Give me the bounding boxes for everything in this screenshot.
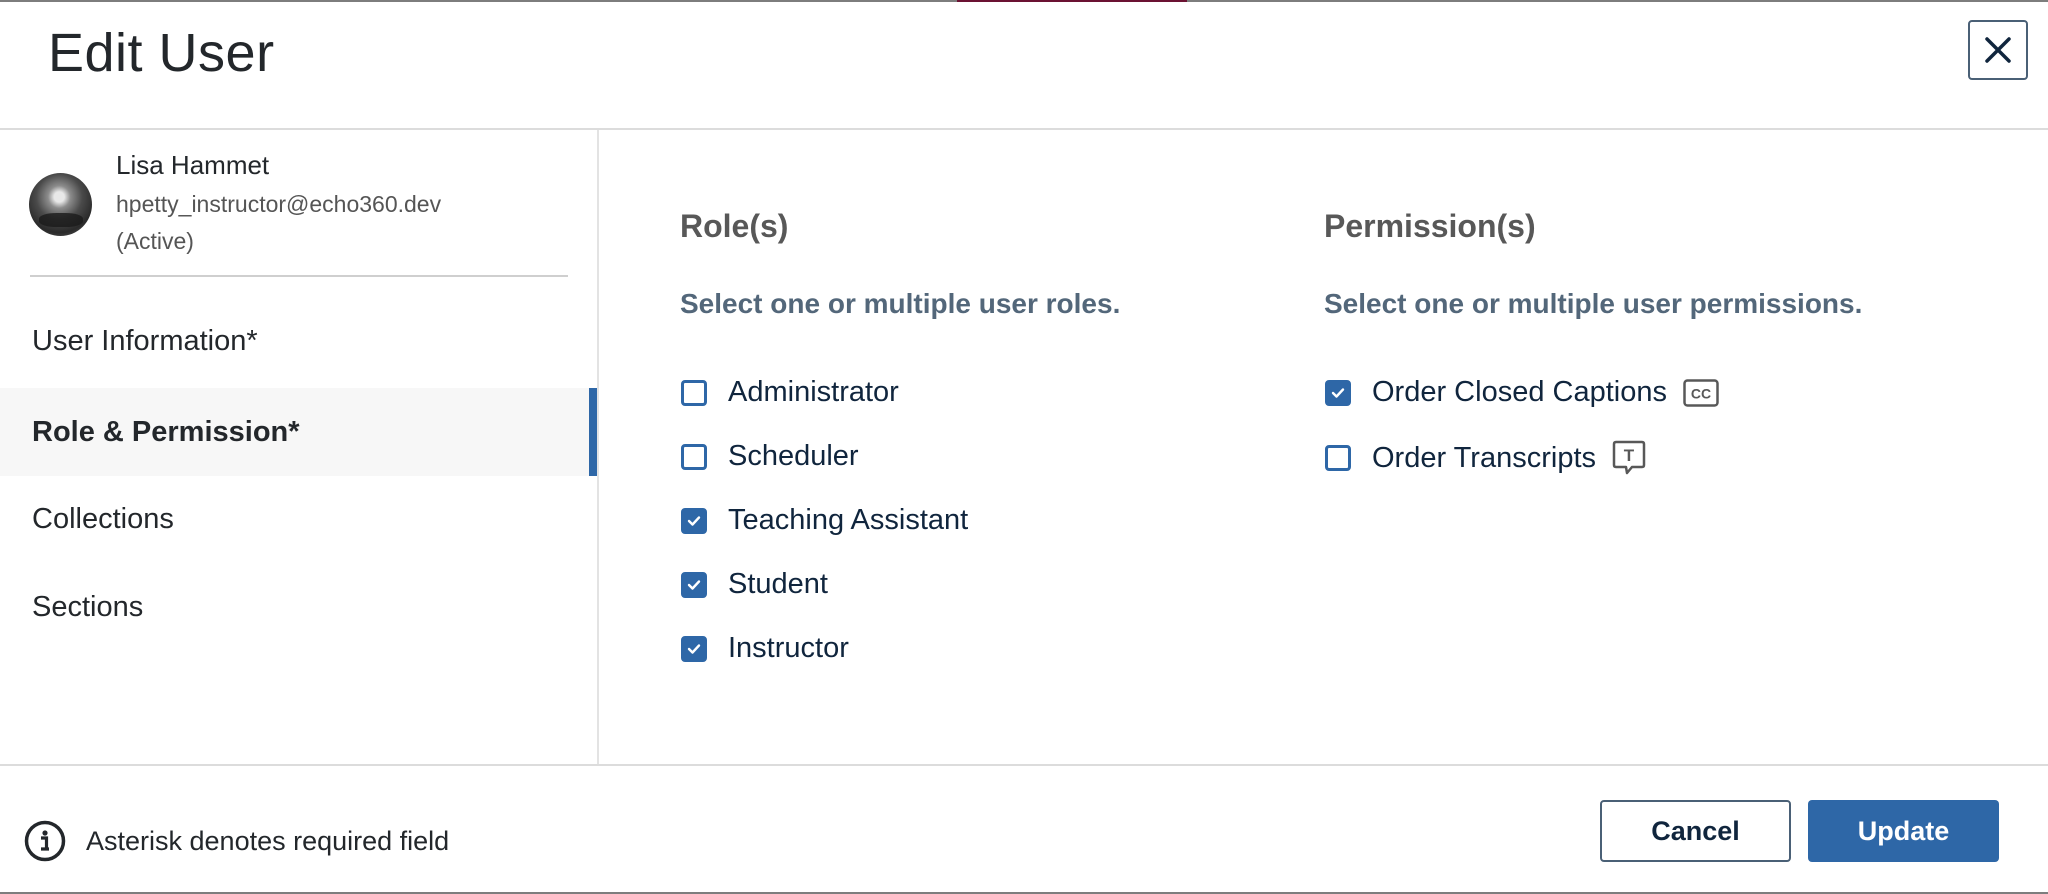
option-label: Administrator [728,376,899,408]
checkbox[interactable] [681,571,707,598]
sidebar-item-label: Role & Permission* [32,415,300,448]
option-label: Instructor [728,632,849,664]
roles-title: Role(s) [680,208,789,244]
checkbox[interactable] [1325,445,1351,471]
sidebar: Lisa Hammet hpetty_instructor@echo360.de… [0,130,599,764]
avatar [29,173,92,236]
close-button[interactable] [1968,20,2028,80]
user-status: (Active) [116,228,194,254]
required-note-text: Asterisk denotes required field [86,825,450,856]
transcript-icon-text: T [1624,446,1635,465]
checkbox[interactable] [681,635,707,662]
option-label: Scheduler [728,440,859,472]
sidebar-item-label: Collections [32,502,174,535]
role-option-student[interactable]: Student [681,568,828,601]
sidebar-item-user-information[interactable]: User Information* [0,297,597,385]
user-name: Lisa Hammet [116,150,270,180]
checkmark-icon [687,515,701,526]
role-option-teaching-assistant[interactable]: Teaching Assistant [681,504,968,537]
option-label: Student [728,568,828,600]
role-option-instructor[interactable]: Instructor [681,632,849,665]
user-card: Lisa Hammet hpetty_instructor@echo360.de… [0,130,597,278]
sidebar-item-label: Sections [32,590,144,623]
cancel-button[interactable]: Cancel [1600,800,1791,862]
role-option-scheduler[interactable]: Scheduler [681,440,859,473]
cc-icon-text: CC [1691,385,1711,401]
checkbox[interactable] [681,507,707,534]
close-icon [1985,37,2011,63]
checkbox[interactable] [681,443,707,470]
option-label: Order Closed Captions [1372,376,1667,408]
transcript-icon: T [1612,440,1646,476]
main-content: Role(s) Select one or multiple user role… [599,130,2048,764]
checkbox[interactable] [1325,379,1351,406]
checkmark-icon [687,643,701,654]
divider [30,275,568,277]
roles-description: Select one or multiple user roles. [680,288,1121,319]
role-option-administrator[interactable]: Administrator [681,376,899,409]
checkmark-icon [687,579,701,590]
dialog-title: Edit User [48,23,275,83]
user-email: hpetty_instructor@echo360.dev [116,191,442,217]
option-label: Order Transcripts [1372,441,1596,474]
info-icon [24,820,66,862]
permission-option-transcripts[interactable]: Order Transcripts T [1325,440,1646,476]
sidebar-item-sections[interactable]: Sections [0,563,597,651]
dialog-footer: Asterisk denotes required field Cancel U… [0,764,2048,894]
checkbox[interactable] [681,379,707,406]
dialog-header: Edit User [0,2,2048,130]
permissions-description: Select one or multiple user permissions. [1324,288,1863,319]
permissions-title: Permission(s) [1324,208,1536,244]
update-button[interactable]: Update [1808,800,1999,862]
checkmark-icon [1331,387,1345,398]
required-note: Asterisk denotes required field [24,820,449,862]
sidebar-item-role-permission[interactable]: Role & Permission* [0,388,597,476]
permission-option-closed-captions[interactable]: Order Closed Captions CC [1325,376,1719,409]
option-label: Teaching Assistant [728,504,969,536]
sidebar-item-collections[interactable]: Collections [0,475,597,563]
closed-captions-icon: CC [1683,378,1719,407]
sidebar-item-label: User Information* [32,324,258,357]
